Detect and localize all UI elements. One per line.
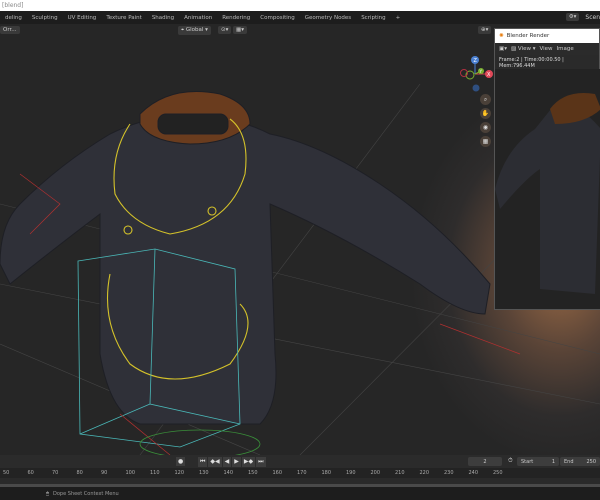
frame-tick: 110 bbox=[150, 470, 160, 476]
frame-tick: 250 bbox=[493, 470, 503, 476]
tab-uv-editing[interactable]: UV Editing bbox=[63, 15, 102, 21]
render-title: Blender Render bbox=[506, 33, 550, 39]
timeline-ruler[interactable]: 50 60 70 80 90 100 110 120 130 140 150 160 170 180 190… bbox=[0, 468, 600, 478]
status-bar: 🖱 Dope Sheet Context Menu bbox=[0, 488, 600, 500]
view-dropdown[interactable]: ▨ View ▾ bbox=[511, 46, 536, 52]
menu-view[interactable]: View bbox=[540, 46, 553, 52]
tab-scripting[interactable]: Scripting bbox=[356, 15, 390, 21]
frame-tick: 190 bbox=[346, 470, 356, 476]
frame-tick: 180 bbox=[321, 470, 332, 476]
snap-toggle[interactable]: ▦▾ bbox=[233, 26, 247, 34]
add-workspace-button[interactable]: + bbox=[391, 15, 406, 21]
workspace-tabs: deling Sculpting UV Editing Texture Pain… bbox=[0, 11, 600, 24]
frame-tick: 70 bbox=[52, 470, 59, 476]
record-button[interactable]: ● bbox=[176, 457, 186, 466]
menu-image[interactable]: Image bbox=[557, 46, 574, 52]
frame-tick: 150 bbox=[248, 470, 258, 476]
play-button[interactable]: ▶ bbox=[232, 457, 241, 467]
frame-tick: 140 bbox=[223, 470, 234, 476]
frame-tick: 120 bbox=[174, 470, 185, 476]
gizmo-z-label: Z bbox=[474, 58, 478, 64]
frame-tick: 200 bbox=[370, 470, 381, 476]
timeline-controls: ● ⏮ ◆◀ ◀ ▶ ▶◆ ⏭ 2 ⏱ Start 1 End 250 bbox=[0, 455, 600, 468]
orientation-label: Global bbox=[185, 26, 204, 33]
grid-perspective-icon[interactable]: ▦ bbox=[480, 136, 491, 147]
scene-selector-icon[interactable]: ⚙▾ bbox=[565, 13, 580, 21]
scene-label[interactable]: Scen bbox=[585, 14, 600, 21]
prev-keyframe-button[interactable]: ◆◀ bbox=[208, 457, 222, 467]
play-reverse-button[interactable]: ◀ bbox=[222, 457, 232, 467]
frame-tick: 240 bbox=[468, 470, 479, 476]
jump-end-button[interactable]: ⏭ bbox=[256, 457, 266, 467]
frame-tick: 160 bbox=[272, 470, 283, 476]
frame-tick: 60 bbox=[27, 470, 34, 476]
view-dropdown-label: View bbox=[517, 46, 531, 52]
gizmo-x-label: X bbox=[487, 72, 491, 78]
end-label: End bbox=[564, 458, 574, 465]
render-window[interactable]: ✺ Blender Render ▣▾ ▨ View ▾ View Image F… bbox=[494, 28, 600, 310]
frame-tick: 230 bbox=[444, 470, 454, 476]
rendered-image bbox=[495, 69, 600, 309]
frame-tick: 170 bbox=[297, 470, 307, 476]
gizmo-y-label: Y bbox=[479, 69, 483, 74]
frame-tick: 90 bbox=[101, 470, 108, 476]
editor-type-icon[interactable]: ▣▾ bbox=[499, 46, 507, 52]
camera-icon[interactable]: ◉ bbox=[480, 122, 491, 133]
frame-tick: 80 bbox=[76, 470, 83, 476]
status-text: Dope Sheet Context Menu bbox=[53, 491, 119, 497]
current-frame-field[interactable]: 2 bbox=[468, 457, 502, 466]
render-titlebar: ✺ Blender Render bbox=[495, 29, 599, 43]
jump-start-button[interactable]: ⏮ bbox=[198, 457, 208, 467]
tab-sculpting[interactable]: Sculpting bbox=[27, 15, 63, 21]
hand-pan-icon[interactable]: ✋ bbox=[480, 108, 491, 119]
blender-logo-icon: ✺ bbox=[499, 33, 504, 39]
mouse-icon: 🖱 bbox=[46, 491, 50, 497]
tab-animation[interactable]: Animation bbox=[179, 15, 217, 21]
start-value: 1 bbox=[551, 458, 555, 465]
pivot-dropdown[interactable]: ⊙▾ bbox=[218, 26, 232, 34]
tab-shading[interactable]: Shading bbox=[147, 15, 179, 21]
jacket bbox=[0, 91, 491, 425]
navigation-gizmo[interactable]: Z X Y bbox=[455, 54, 495, 94]
tab-rendering[interactable]: Rendering bbox=[217, 15, 255, 21]
frame-tick: 100 bbox=[125, 470, 136, 476]
end-value: 250 bbox=[586, 458, 596, 465]
window-title: [blend] bbox=[0, 0, 600, 11]
playback-controls: ⏮ ◆◀ ◀ ▶ ▶◆ ⏭ bbox=[198, 457, 266, 467]
tab-modeling[interactable]: deling bbox=[0, 15, 27, 21]
start-frame-field[interactable]: Start 1 bbox=[517, 457, 559, 466]
tab-geometry-nodes[interactable]: Geometry Nodes bbox=[300, 15, 356, 21]
end-frame-field[interactable]: End 250 bbox=[560, 457, 600, 466]
frame-tick: 210 bbox=[395, 470, 405, 476]
frame-tick: 50 bbox=[3, 470, 10, 476]
transform-orientation-dropdown[interactable]: ⌖ Global ▾ bbox=[178, 25, 211, 35]
tab-compositing[interactable]: Compositing bbox=[255, 15, 299, 21]
frame-tick: 220 bbox=[419, 470, 430, 476]
start-label: Start bbox=[521, 458, 534, 465]
frame-tick: 130 bbox=[199, 470, 209, 476]
timeline-track[interactable] bbox=[0, 478, 600, 487]
stopwatch-icon[interactable]: ⏱ bbox=[508, 457, 513, 465]
zoom-icon[interactable]: ⌕ bbox=[480, 94, 491, 105]
shading-dropdown[interactable]: ⊕▾ bbox=[478, 26, 492, 34]
view-mode-dropdown[interactable]: Orr... bbox=[0, 26, 20, 34]
tab-texture-paint[interactable]: Texture Paint bbox=[101, 15, 147, 21]
next-keyframe-button[interactable]: ▶◆ bbox=[241, 457, 256, 467]
render-header: ▣▾ ▨ View ▾ View Image bbox=[495, 43, 599, 55]
